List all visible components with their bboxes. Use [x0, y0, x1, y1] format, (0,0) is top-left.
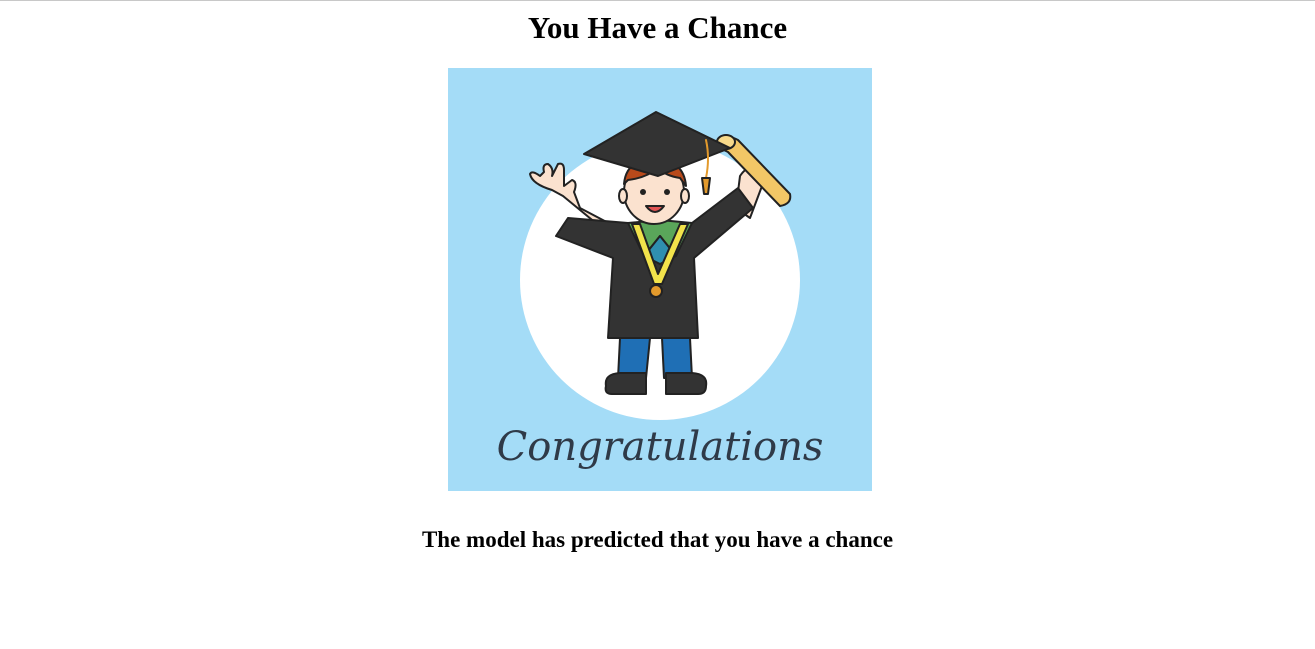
congratulations-caption: Congratulations [497, 424, 824, 470]
shoe-right [665, 372, 708, 395]
medal-icon [649, 284, 663, 298]
page-title: You Have a Chance [527, 10, 788, 45]
congratulations-image: Congratulations [448, 68, 872, 491]
shoe-left [604, 372, 647, 395]
prediction-message: The model has predicted that you have a … [421, 527, 894, 552]
